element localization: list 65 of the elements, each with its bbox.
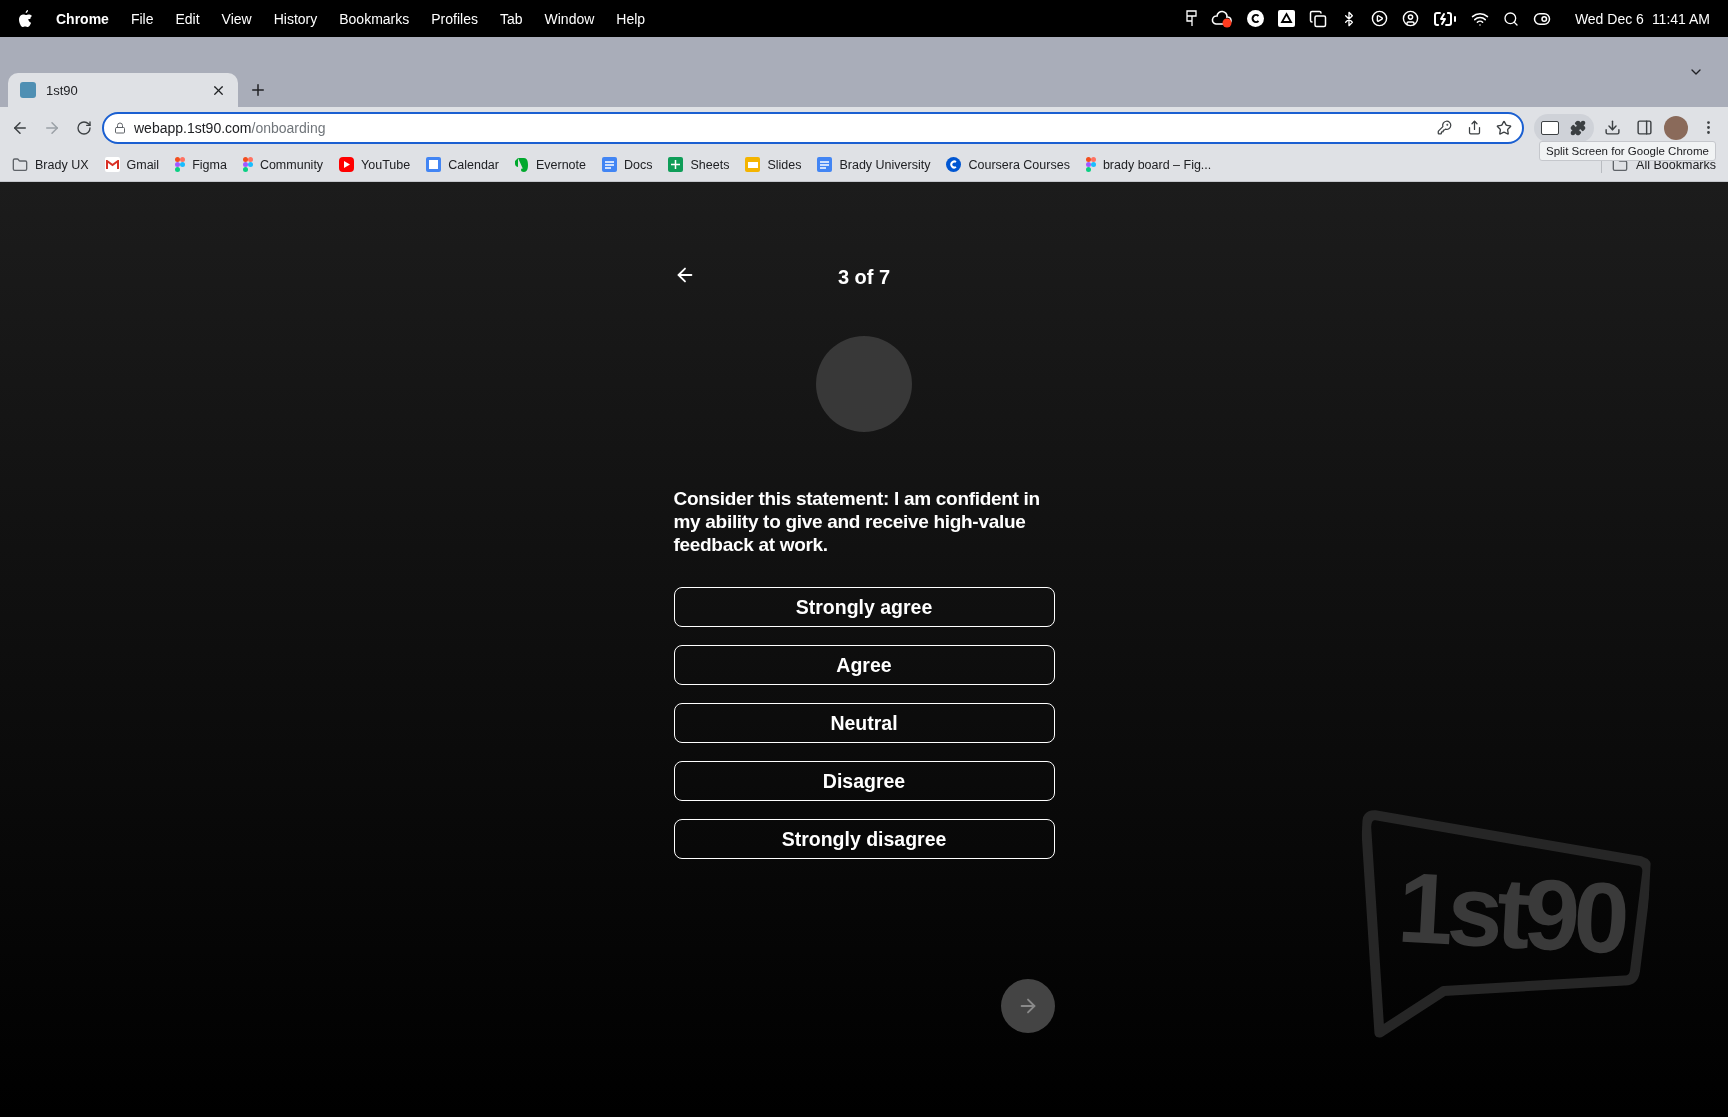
cloud-icon[interactable] <box>1210 9 1233 28</box>
app-menu[interactable]: Chrome <box>45 10 120 27</box>
bookmark-link[interactable]: Brady University <box>839 157 931 172</box>
bookmark-link[interactable]: Gmail <box>126 157 160 172</box>
answer-option[interactable]: Neutral <box>673 703 1055 743</box>
avatar[interactable] <box>1664 115 1688 140</box>
c-logo-icon <box>946 157 962 172</box>
folder-icon <box>12 156 28 173</box>
bookmark-link[interactable]: Figma <box>192 157 227 172</box>
progress-counter: 3 of 7 <box>837 265 891 289</box>
menu-item[interactable]: Edit <box>164 10 211 27</box>
bookmark-link[interactable]: Slides <box>767 157 802 172</box>
tooltip: Split Screen for Google Chrome <box>1539 141 1716 161</box>
address-bar[interactable]: webapp.1st90.com/onboarding <box>102 111 1524 144</box>
document-icon <box>602 157 617 172</box>
bookmark-link[interactable]: Brady UX <box>35 157 89 172</box>
play-icon[interactable] <box>1370 10 1388 27</box>
url-text: webapp.1st90.com/onboarding <box>134 119 327 136</box>
bookmark-star-icon[interactable] <box>1496 119 1512 136</box>
answer-option[interactable]: Strongly agree <box>673 587 1055 627</box>
bookmark-link[interactable]: Community <box>259 157 324 172</box>
new-tab-icon[interactable] <box>249 81 267 99</box>
bookmark-link[interactable]: Docs <box>624 157 653 172</box>
bookmark-link[interactable]: brady board – Fig... <box>1102 157 1212 172</box>
menu-item[interactable]: Help <box>605 10 657 27</box>
bookmark-link[interactable]: Sheets <box>690 157 730 172</box>
user-icon[interactable] <box>1401 10 1419 27</box>
lock-icon <box>114 121 126 134</box>
reload-icon[interactable] <box>76 119 92 136</box>
apple-icon[interactable] <box>18 10 33 27</box>
bookmark-link[interactable]: YouTube <box>361 157 411 172</box>
browser-tab[interactable]: 1st90 <box>8 73 238 107</box>
menu-bar-date: Wed Dec 6 <box>1574 10 1644 27</box>
split-screen-icon[interactable] <box>1541 120 1559 135</box>
slides-icon <box>745 157 761 172</box>
menu-item[interactable]: View <box>210 10 263 27</box>
bookmark-link[interactable]: Evernote <box>535 157 586 172</box>
menu-item[interactable]: Bookmarks <box>328 10 421 27</box>
windows-icon[interactable] <box>1308 9 1327 28</box>
bookmark-link[interactable]: Coursera Courses <box>968 157 1070 172</box>
answer-option[interactable]: Strongly disagree <box>673 819 1055 859</box>
question-text: Consider this statement: I am confident in my ability to give and receive high-value feedback at work. <box>673 487 1041 556</box>
download-icon[interactable] <box>1603 119 1621 136</box>
spreadsheet-icon <box>668 157 684 172</box>
answer-option[interactable]: Agree <box>673 645 1055 685</box>
favicon-icon <box>20 82 36 98</box>
menu-item[interactable]: File <box>119 10 165 27</box>
tab-title: 1st90 <box>46 82 79 98</box>
share-icon[interactable] <box>1466 120 1482 135</box>
document-icon <box>817 157 833 172</box>
bookmark-link[interactable]: Calendar <box>448 157 499 172</box>
mail-icon <box>104 157 120 172</box>
answer-option[interactable]: Disagree <box>673 761 1055 801</box>
side-panel-icon[interactable] <box>1635 119 1653 136</box>
menu-item[interactable]: History <box>262 10 329 27</box>
menu-bar-time: 11:41 AM <box>1651 10 1710 27</box>
search-icon[interactable] <box>1502 10 1519 27</box>
calendar-icon <box>426 157 442 172</box>
menu-item[interactable]: Tab <box>488 10 534 27</box>
menu-item[interactable]: Profiles <box>420 10 489 27</box>
g-logo-icon[interactable] <box>1246 10 1264 27</box>
play-icon <box>339 157 355 172</box>
menu-item[interactable]: Window <box>533 10 606 27</box>
extensions-icon[interactable] <box>1570 119 1586 136</box>
key-icon[interactable] <box>1437 120 1452 135</box>
